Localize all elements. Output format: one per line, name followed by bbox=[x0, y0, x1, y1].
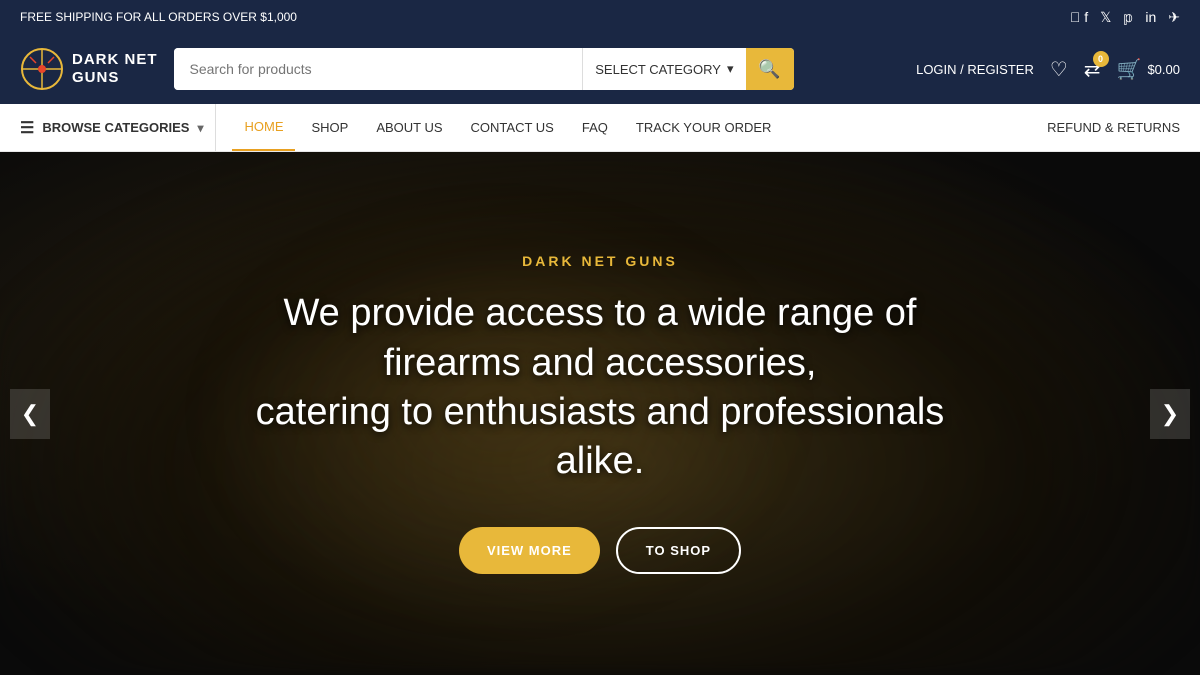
nav-link-faq[interactable]: FAQ bbox=[570, 104, 620, 151]
browse-categories-label: BROWSE CATEGORIES bbox=[42, 120, 189, 135]
linkedin-icon[interactable]: in bbox=[1145, 9, 1156, 25]
view-more-button[interactable]: VIEW MORE bbox=[459, 527, 600, 574]
nav-link-home[interactable]: HOME bbox=[232, 104, 295, 151]
top-bar: FREE SHIPPING FOR ALL ORDERS OVER $1,000… bbox=[0, 0, 1200, 34]
hero-content: DARK NET GUNS We provide access to a wid… bbox=[200, 253, 1000, 574]
hero-title: We provide access to a wide range of fir… bbox=[220, 289, 980, 487]
chevron-left-icon: ❮ bbox=[21, 401, 39, 427]
login-register-link[interactable]: LOGIN / REGISTER bbox=[916, 62, 1034, 77]
compare-button[interactable]: ⇄ 0 bbox=[1084, 57, 1101, 82]
logo[interactable]: DARK NET GUNS bbox=[20, 47, 158, 91]
facebook-icon[interactable]:  f bbox=[1070, 9, 1088, 25]
wishlist-button[interactable]: ♡ bbox=[1050, 57, 1068, 82]
search-button[interactable]: 🔍 bbox=[746, 48, 794, 90]
hero-section: ❮ DARK NET GUNS We provide access to a w… bbox=[0, 152, 1200, 675]
header-actions: LOGIN / REGISTER ♡ ⇄ 0 🛒 $0.00 bbox=[916, 57, 1180, 82]
cart-price: $0.00 bbox=[1147, 62, 1180, 77]
search-icon: 🔍 bbox=[758, 59, 780, 80]
hero-prev-button[interactable]: ❮ bbox=[10, 389, 50, 439]
pinterest-icon[interactable]: 𝕡 bbox=[1123, 9, 1133, 26]
nav-link-track[interactable]: TRACK YOUR ORDER bbox=[624, 104, 784, 151]
chevron-right-icon: ❯ bbox=[1161, 401, 1179, 427]
search-bar: SELECT CATEGORY ▾ 🔍 bbox=[174, 48, 794, 90]
browse-categories-button[interactable]: ☰ BROWSE CATEGORIES ▾ bbox=[20, 104, 216, 151]
hero-buttons: VIEW MORE TO SHOP bbox=[220, 527, 980, 574]
social-links:  f 𝕏 𝕡 in ✈ bbox=[1070, 9, 1180, 26]
cart-icon: 🛒 bbox=[1117, 57, 1142, 82]
nav-link-contact[interactable]: CONTACT US bbox=[459, 104, 566, 151]
browse-chevron-icon: ▾ bbox=[197, 121, 203, 135]
nav-links: HOME SHOP ABOUT US CONTACT US FAQ TRACK … bbox=[216, 104, 783, 151]
hero-next-button[interactable]: ❯ bbox=[1150, 389, 1190, 439]
shipping-text: FREE SHIPPING FOR ALL ORDERS OVER $1,000 bbox=[20, 10, 297, 24]
logo-text: DARK NET GUNS bbox=[72, 51, 158, 87]
category-dropdown[interactable]: SELECT CATEGORY ▾ bbox=[582, 48, 745, 90]
telegram-icon[interactable]: ✈ bbox=[1168, 9, 1180, 26]
hero-brand: DARK NET GUNS bbox=[220, 253, 980, 269]
compare-badge: 0 bbox=[1093, 51, 1109, 67]
heart-icon: ♡ bbox=[1050, 59, 1068, 81]
cart-button[interactable]: 🛒 $0.00 bbox=[1117, 57, 1180, 82]
main-nav: ☰ BROWSE CATEGORIES ▾ HOME SHOP ABOUT US… bbox=[0, 104, 1200, 152]
refund-returns-link[interactable]: REFUND & RETURNS bbox=[1047, 120, 1180, 135]
search-input[interactable] bbox=[174, 48, 583, 90]
twitter-icon[interactable]: 𝕏 bbox=[1100, 9, 1111, 26]
nav-link-shop[interactable]: SHOP bbox=[299, 104, 360, 151]
logo-icon bbox=[20, 47, 64, 91]
hamburger-icon: ☰ bbox=[20, 118, 34, 138]
header: DARK NET GUNS SELECT CATEGORY ▾ 🔍 LOGIN … bbox=[0, 34, 1200, 104]
nav-link-about[interactable]: ABOUT US bbox=[364, 104, 454, 151]
nav-right: REFUND & RETURNS bbox=[1047, 119, 1180, 137]
chevron-down-icon: ▾ bbox=[727, 61, 734, 77]
to-shop-button[interactable]: TO SHOP bbox=[616, 527, 741, 574]
